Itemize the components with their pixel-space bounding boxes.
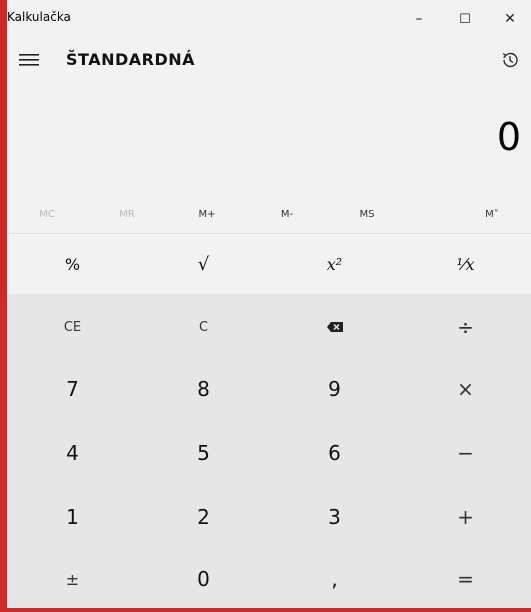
close-button[interactable]: ✕ xyxy=(487,0,531,38)
percent-button[interactable]: % xyxy=(7,234,138,294)
function-row: % √ x² ¹⁄x xyxy=(7,234,531,294)
memory-add-button[interactable]: M+ xyxy=(187,200,227,228)
subtract-button[interactable]: − xyxy=(400,420,531,486)
title-bar: Kalkulačka – ☐ ✕ xyxy=(7,0,531,38)
digit-4-button[interactable]: 4 xyxy=(7,420,138,486)
calculator-window: Kalkulačka – ☐ ✕ ŠTANDARDNÁ 0 MC MR M+ M… xyxy=(7,0,531,608)
backspace-icon xyxy=(326,318,344,337)
square-button[interactable]: x² xyxy=(269,234,400,294)
digit-9-button[interactable]: 9 xyxy=(269,356,400,422)
reciprocal-button[interactable]: ¹⁄x xyxy=(400,234,531,294)
minimize-icon: – xyxy=(415,11,423,27)
clear-entry-button[interactable]: CE xyxy=(7,294,138,360)
memory-recall-button[interactable]: MR xyxy=(107,200,147,228)
memory-list-button[interactable]: M˅ xyxy=(472,200,512,228)
hamburger-icon[interactable] xyxy=(19,52,41,68)
digit-0-button[interactable]: 0 xyxy=(138,546,269,612)
memory-clear-button[interactable]: MC xyxy=(27,200,67,228)
digit-6-button[interactable]: 6 xyxy=(269,420,400,486)
decimal-button[interactable]: , xyxy=(269,546,400,612)
close-icon: ✕ xyxy=(504,11,516,27)
sqrt-button[interactable]: √ xyxy=(138,234,269,294)
memory-store-button[interactable]: MS xyxy=(347,200,387,228)
clear-button[interactable]: C xyxy=(138,294,269,360)
negate-button[interactable]: ± xyxy=(7,546,138,612)
digit-8-button[interactable]: 8 xyxy=(138,356,269,422)
window-title: Kalkulačka xyxy=(7,10,71,24)
maximize-button[interactable]: ☐ xyxy=(442,0,488,38)
digit-5-button[interactable]: 5 xyxy=(138,420,269,486)
page-title: ŠTANDARDNÁ xyxy=(66,50,196,69)
digit-7-button[interactable]: 7 xyxy=(7,356,138,422)
equals-button[interactable]: = xyxy=(400,546,531,612)
memory-row: MC MR M+ M- MS M˅ xyxy=(7,200,531,232)
maximize-icon: ☐ xyxy=(459,11,471,27)
result-display: 0 xyxy=(496,115,521,159)
digit-1-button[interactable]: 1 xyxy=(7,484,138,550)
memory-subtract-button[interactable]: M- xyxy=(267,200,307,228)
divide-button[interactable]: ÷ xyxy=(400,294,531,360)
digit-2-button[interactable]: 2 xyxy=(138,484,269,550)
multiply-button[interactable]: × xyxy=(400,356,531,422)
app-header: ŠTANDARDNÁ xyxy=(7,38,531,82)
backspace-button[interactable] xyxy=(269,294,400,360)
history-icon[interactable] xyxy=(500,50,520,70)
digit-3-button[interactable]: 3 xyxy=(269,484,400,550)
minimize-button[interactable]: – xyxy=(396,0,442,38)
keypad: CE C ÷ 7 8 9 × 4 5 6 − 1 2 3 + ± 0 , = xyxy=(7,294,531,608)
add-button[interactable]: + xyxy=(400,484,531,550)
